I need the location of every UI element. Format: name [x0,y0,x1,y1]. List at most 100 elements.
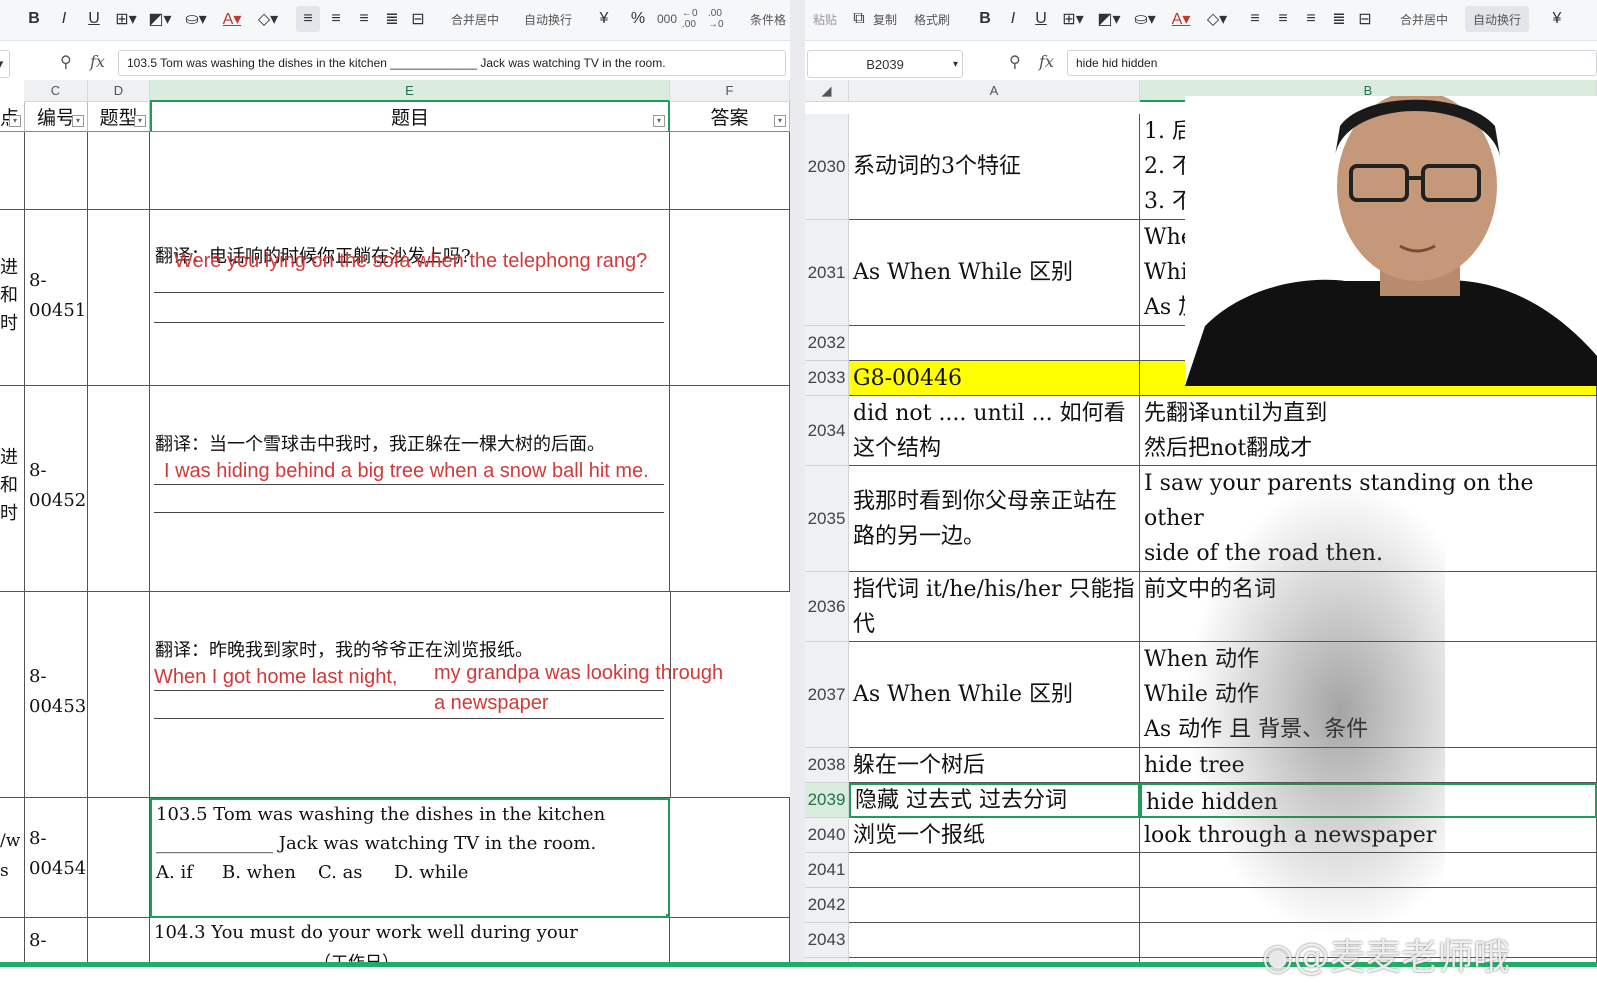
cell-a[interactable]: G8-00446 [849,361,1140,396]
question-cell[interactable]: 翻译：电话响的时候你正躺在沙发上吗? Were you lying on the… [150,210,670,386]
currency-button[interactable]: ¥ [592,6,616,32]
borders-icon[interactable]: ⊞▾ [1059,6,1087,32]
row-header[interactable]: 2042 [805,888,849,923]
row-header[interactable]: 2033 [805,361,849,396]
wrap-text-button[interactable]: 自动换行 [1465,6,1529,32]
italic-button[interactable]: I [1001,6,1025,32]
row-header[interactable]: 2030 [805,114,849,220]
thousands-button[interactable]: 000 [654,6,680,32]
answer-cell[interactable] [670,386,790,592]
answer-cell[interactable] [670,798,790,918]
row-header[interactable]: 2034 [805,396,849,466]
filter-icon[interactable]: ▾ [774,115,786,127]
row-header[interactable]: 2036 [805,572,849,642]
merge-center-button[interactable]: 合并居中 [440,6,510,32]
cell-a[interactable] [849,326,1140,361]
merge-center-button[interactable]: 合并居中 [1389,6,1459,32]
filter-icon[interactable]: ▾ [653,115,665,127]
format-painter-button[interactable]: 格式刷 [909,6,955,32]
cell-a[interactable]: 躲在一个树后 [849,748,1140,783]
knowledge-point-cell[interactable] [0,592,25,798]
cell-a[interactable]: 指代词 it/he/his/her 只能指代 [849,572,1140,642]
namebox[interactable]: B2039 ▾ [807,50,963,78]
id-cell[interactable]: 8- 00452 [25,386,88,592]
currency-button[interactable]: ¥ [1545,6,1569,32]
zoom-icon[interactable]: ⚲ [1009,52,1021,72]
align-center-icon[interactable]: ≡ [324,6,348,32]
eraser-icon[interactable]: ◇▾ [254,6,282,32]
type-cell[interactable] [88,798,150,918]
column-header-f[interactable]: F [670,80,790,102]
row-header[interactable]: 2040 [805,818,849,853]
id-cell[interactable]: 8- 00453 [25,592,88,798]
cell-a[interactable]: did not .... until ... 如何看这个结构 [849,396,1140,466]
table-cell[interactable] [670,132,790,210]
underline-button[interactable]: U [82,6,106,32]
type-cell[interactable] [88,386,150,592]
filter-icon[interactable]: ▾ [72,115,84,127]
table-cell[interactable] [0,132,25,210]
row-header[interactable]: 2032 [805,326,849,361]
id-cell[interactable]: 8- 00451 [25,210,88,386]
namebox-dropdown[interactable]: ▾ [0,50,10,78]
row-header[interactable]: 2037 [805,642,849,748]
bold-button[interactable]: B [22,6,46,32]
filter-icon[interactable]: ▾ [134,115,146,127]
wrap-text-button[interactable]: 自动换行 [516,6,580,32]
paint-bucket-icon[interactable]: ⛀▾ [182,6,210,32]
font-color-icon[interactable]: A▾ [1167,6,1195,32]
row-header[interactable]: 2035 [805,466,849,572]
column-header-c[interactable]: C [24,80,88,102]
align-left-icon[interactable]: ≡ [1243,6,1267,32]
formula-input[interactable]: 103.5 Tom was washing the dishes in the … [118,50,786,76]
filter-icon[interactable]: ▾ [9,115,21,127]
percent-button[interactable]: % [626,6,650,32]
paint-bucket-icon[interactable]: ⛀▾ [1131,6,1159,32]
cell-a[interactable]: As When While 区别 [849,642,1140,748]
type-cell[interactable] [88,210,150,386]
table-cell[interactable] [150,132,670,210]
distributed-icon[interactable]: ⊟ [406,6,430,32]
question-cell[interactable]: 翻译：当一个雪球击中我时，我正躲在一棵大树的后面。 I was hiding b… [150,386,670,592]
table-cell[interactable] [25,132,88,210]
underline-button[interactable]: U [1029,6,1053,32]
conditional-format-button[interactable]: 条件格 [746,6,790,32]
eraser-icon[interactable]: ◇▾ [1203,6,1231,32]
font-color-icon[interactable]: A▾ [218,6,246,32]
borders-icon[interactable]: ⊞▾ [112,6,140,32]
fill-color-icon[interactable]: ◩▾ [146,6,174,32]
cell-a[interactable]: 浏览一个报纸 [849,818,1140,853]
bold-button[interactable]: B [973,6,997,32]
question-cell[interactable]: 翻译：昨晚我到家时，我的爷爷正在浏览报纸。 When I got home la… [150,592,790,798]
italic-button[interactable]: I [52,6,76,32]
knowledge-point-cell[interactable]: 进 和 时 [0,386,25,592]
row-header[interactable]: 2031 [805,220,849,326]
row-header[interactable]: 2041 [805,853,849,888]
cell-a[interactable]: 隐藏 过去式 过去分词 [849,783,1140,818]
justify-icon[interactable]: ≣ [380,6,404,32]
column-header-e[interactable]: E [150,80,670,102]
column-header-a[interactable]: A [849,80,1140,102]
decrease-decimal-button[interactable]: .00 →0 [708,6,732,32]
align-right-icon[interactable]: ≡ [352,6,376,32]
row-header[interactable]: 2043 [805,923,849,958]
knowledge-point-cell[interactable]: /w s [0,798,25,918]
id-cell[interactable]: 8- 00454 [25,798,88,918]
cell-a[interactable]: As When While 区别 [849,220,1140,326]
cell-b[interactable]: 先翻译until为直到 然后把not翻成才 [1140,396,1597,466]
cell-a[interactable] [849,923,1140,958]
row-header[interactable]: 2039 [805,783,849,818]
answer-cell[interactable] [670,210,790,386]
column-header-d[interactable]: D [88,80,150,102]
fill-color-icon[interactable]: ◩▾ [1095,6,1123,32]
fx-icon[interactable]: fx [1039,52,1054,71]
row-header[interactable]: 2038 [805,748,849,783]
chevron-down-icon[interactable]: ▾ [953,59,958,70]
paste-button[interactable]: 粘贴 [805,6,845,32]
copy-icon[interactable]: ⧉ [849,6,869,32]
zoom-icon[interactable]: ⚲ [60,52,72,72]
justify-icon[interactable]: ≣ [1327,6,1351,32]
select-all-corner[interactable]: ◢ [805,80,849,102]
align-left-icon[interactable]: ≡ [296,6,320,32]
selected-question-cell[interactable]: 103.5 Tom was washing the dishes in the … [150,798,670,918]
